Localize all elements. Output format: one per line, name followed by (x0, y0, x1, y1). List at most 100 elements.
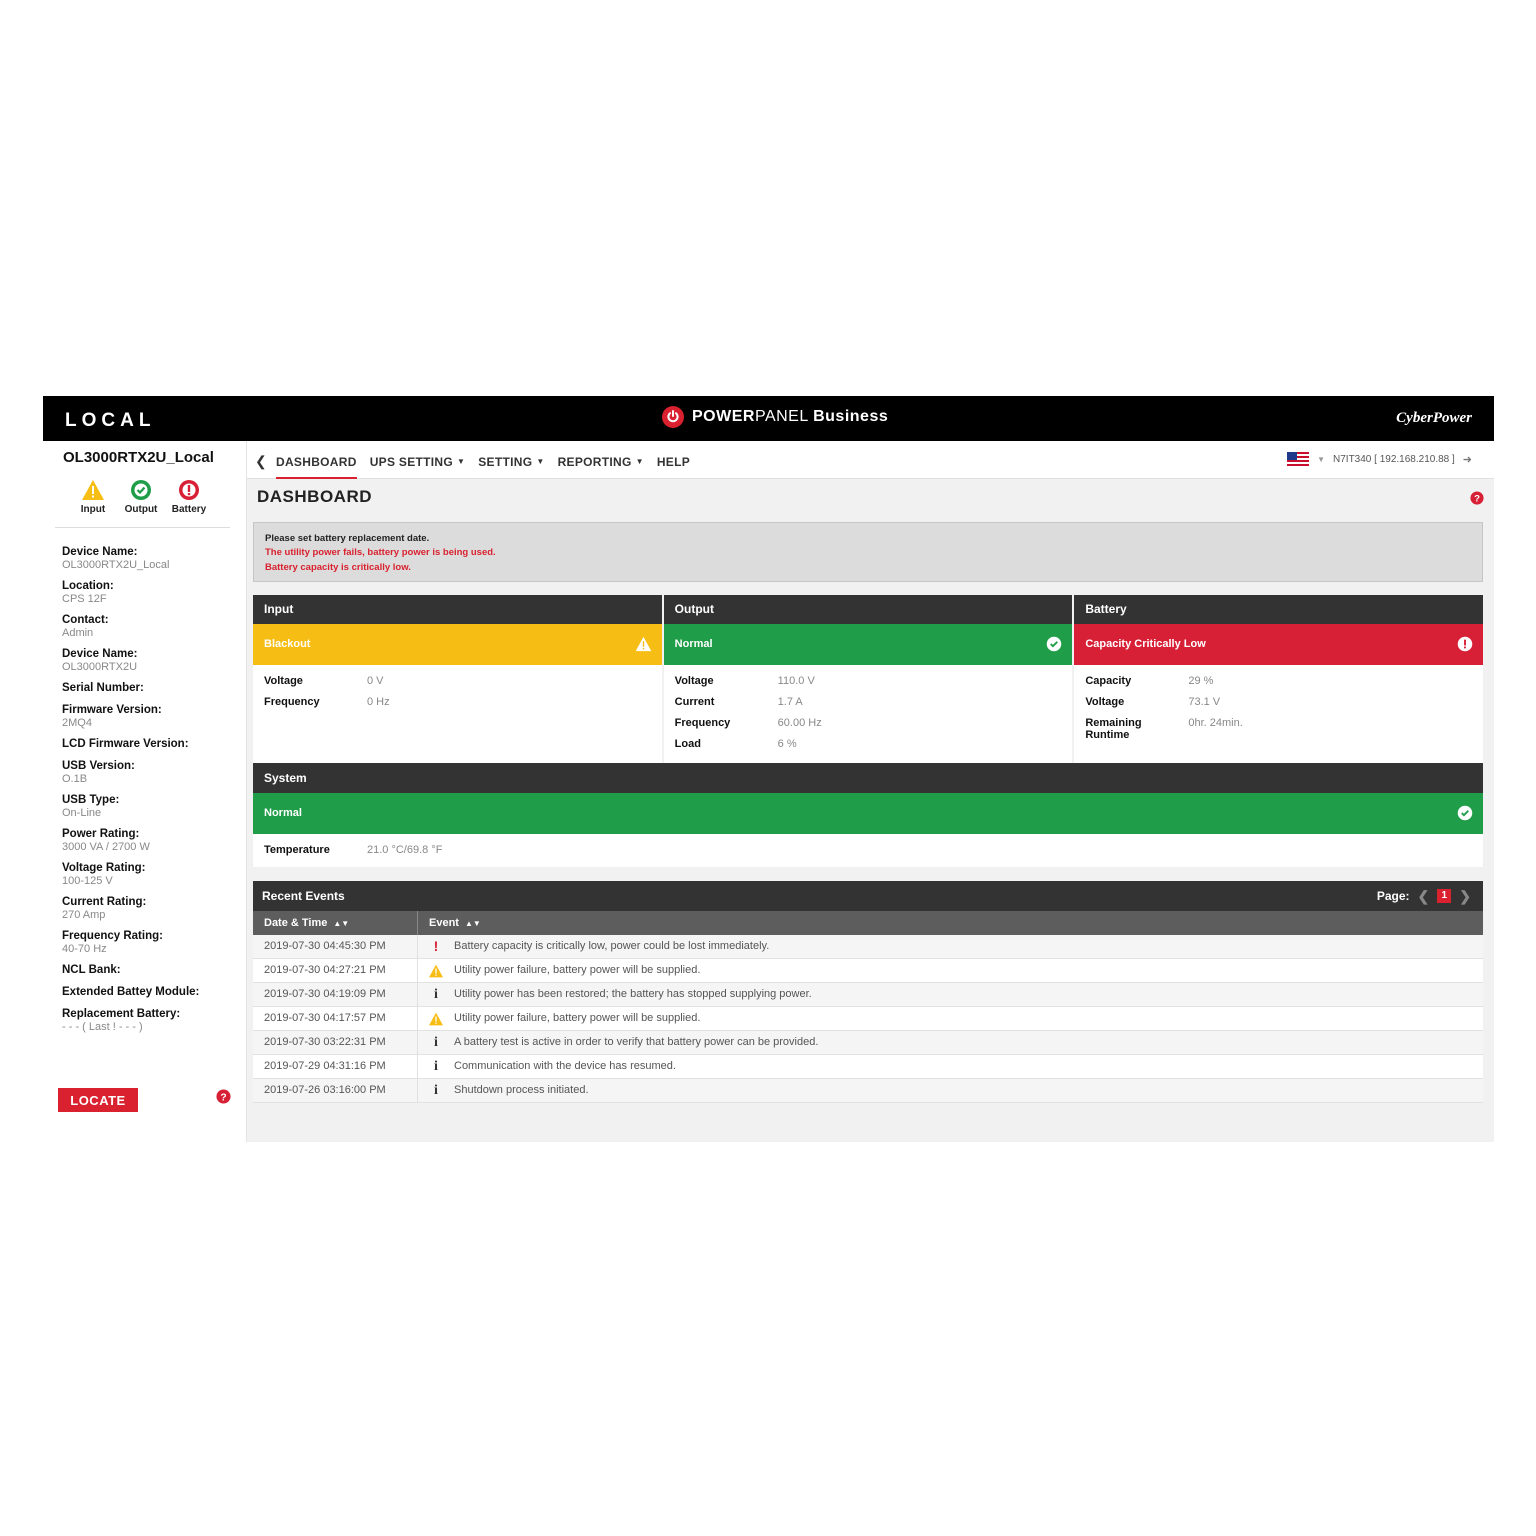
table-row: 2019-07-30 04:45:30 PM! Battery capacity … (253, 935, 1483, 959)
locate-button[interactable]: LOCATE (58, 1088, 138, 1112)
event-time: 2019-07-30 04:27:21 PM (253, 959, 418, 982)
table-row: 2019-07-26 03:16:00 PM i Shutdown process … (253, 1079, 1483, 1103)
input-status[interactable]: Input (77, 479, 109, 515)
system-status-bar: Normal (253, 793, 1483, 834)
value-row: Temperature 21.0 °C/69.8 °F (264, 844, 443, 856)
property-label: Frequency Rating: (62, 930, 163, 942)
power-icon (662, 406, 684, 428)
device-property: Extended Battey Module: (62, 986, 242, 999)
device-property: Contact: Admin (62, 614, 242, 639)
event-text: A battery test is active in order to ver… (454, 1036, 819, 1048)
chevron-left-icon[interactable]: ❮ (255, 453, 267, 470)
input-values: Voltage 0 V Frequency 0 Hz (253, 665, 662, 727)
top-bar: LOCAL POWERPANEL Business CyberPower (43, 396, 1494, 441)
value-row: Current 1.7 A (674, 696, 803, 708)
panel-title: Input (253, 595, 662, 624)
status-text: Blackout (264, 638, 311, 650)
info-icon: i (434, 987, 438, 1002)
property-label: Device Name: (62, 648, 138, 660)
property-label: LCD Firmware Version: (62, 738, 189, 750)
device-property: USB Version: O.1B (62, 760, 242, 785)
brand-text: POWERPANEL Business (692, 408, 889, 425)
sidebar: OL3000RTX2U_Local Input Output Battery D… (43, 441, 247, 1142)
chevron-right-icon[interactable]: ❯ (1459, 881, 1471, 911)
event-text: Utility power failure, battery power wil… (454, 964, 701, 976)
nav-setting[interactable]: SETTING ▼ (478, 455, 544, 479)
input-panel: Input Blackout Voltage 0 V Frequency 0 Hz (253, 595, 662, 763)
table-row: 2019-07-30 04:17:57 PM Utility power fail… (253, 1007, 1483, 1031)
nav-ups-setting[interactable]: UPS SETTING ▼ (370, 455, 466, 479)
sort-icon: ▲▼ (464, 919, 481, 928)
device-property: Firmware Version: 2MQ4 (62, 704, 242, 729)
value-row: Voltage 110.0 V (674, 675, 815, 687)
col-event[interactable]: Event ▲▼ (418, 911, 481, 935)
nav-reporting[interactable]: REPORTING ▼ (558, 455, 644, 479)
nav-help[interactable]: HELP (657, 455, 690, 479)
nav-items: DASHBOARD UPS SETTING ▼ SETTING ▼ REPORTIN… (276, 455, 690, 479)
events-columns: Date & Time ▲▼ Event ▲▼ (253, 911, 1483, 935)
page-number[interactable]: 1 (1437, 889, 1452, 903)
output-panel: Output Normal Voltage 110.0 V Current 1.7 … (663, 595, 1073, 763)
help-icon[interactable]: ? (216, 1089, 231, 1109)
battery-status[interactable]: Battery (171, 479, 207, 515)
table-row: 2019-07-29 04:31:16 PM i Communication wit… (253, 1055, 1483, 1079)
output-status[interactable]: Output (125, 479, 157, 515)
value-row: Remaining Runtime 0hr. 24min. (1085, 717, 1243, 741)
property-value: - - - ( Last ! - - - ) (62, 1021, 143, 1033)
device-property: Replacement Battery: - - - ( Last ! - - -… (62, 1008, 242, 1033)
status-icons: Input Output Battery (77, 479, 207, 515)
warning-icon (635, 636, 651, 652)
col-date-time[interactable]: Date & Time ▲▼ (253, 911, 418, 935)
caret-down-icon: ▼ (635, 457, 644, 466)
output-values: Voltage 110.0 V Current 1.7 A Frequency 60.… (664, 665, 1073, 769)
logout-icon[interactable]: ➜ (1463, 453, 1472, 466)
property-value: 40-70 Hz (62, 943, 107, 955)
property-label: Serial Number: (62, 682, 144, 694)
events-header: Recent Events Page: ❮ 1 ❯ (253, 881, 1483, 911)
events-rows: 2019-07-30 04:45:30 PM! Battery capacity … (253, 935, 1483, 1103)
chevron-down-icon[interactable]: ▼ (1317, 455, 1325, 464)
battery-panel: Battery Capacity Critically Low Capacity… (1074, 595, 1484, 763)
table-row: 2019-07-30 03:22:31 PM i A battery test is… (253, 1031, 1483, 1055)
device-property: Device Name: OL3000RTX2U (62, 648, 242, 673)
help-icon[interactable]: ? (1470, 491, 1484, 510)
system-values: Temperature 21.0 °C/69.8 °F (253, 834, 1483, 875)
alert-message: Battery capacity is critically low. (265, 562, 411, 573)
battery-status-label: Battery (171, 504, 207, 515)
input-status-label: Input (80, 504, 106, 515)
alert-message[interactable]: Please set battery replacement date. (265, 533, 429, 544)
warning-icon (418, 1007, 448, 1030)
device-property: Power Rating: 3000 VA / 2700 W (62, 828, 242, 853)
nav-right: ▼ N7IT340 [ 192.168.210.88 ] ➜ (1287, 452, 1472, 466)
caret-down-icon: ▼ (536, 457, 545, 466)
panel-title: Output (663, 595, 1073, 624)
property-value: 3000 VA / 2700 W (62, 841, 150, 853)
mode-label: LOCAL (65, 410, 156, 431)
property-label: Location: (62, 580, 114, 592)
info-icon: i (434, 1059, 438, 1074)
battery-values: Capacity 29 % Voltage 73.1 V Remaining Run… (1074, 665, 1483, 751)
device-property: Frequency Rating: 40-70 Hz (62, 930, 242, 955)
event-text: Battery capacity is critically low, powe… (454, 940, 770, 952)
value-row: Voltage 0 V (264, 675, 384, 687)
input-status-bar: Blackout (253, 624, 662, 665)
app-window: LOCAL POWERPANEL Business CyberPower OL3… (43, 396, 1494, 1142)
property-value: 270 Amp (62, 909, 106, 921)
warning-icon (418, 959, 448, 982)
us-flag-icon[interactable] (1287, 452, 1310, 466)
value-row: Capacity 29 % (1085, 675, 1214, 687)
main-area: ❮ DASHBOARD UPS SETTING ▼ SETTING ▼ REPORT… (247, 441, 1494, 1142)
property-label: Voltage Rating: (62, 862, 146, 874)
chevron-left-icon[interactable]: ❮ (1418, 881, 1430, 911)
event-text: Utility power has been restored; the bat… (454, 988, 812, 1000)
critical-icon: ! (433, 938, 439, 954)
property-label: Firmware Version: (62, 704, 162, 716)
nav-dashboard[interactable]: DASHBOARD (276, 455, 357, 479)
recent-events: Recent Events Page: ❮ 1 ❯ Date & Time ▲▼ … (253, 881, 1483, 1103)
value-row: Voltage 73.1 V (1085, 696, 1221, 708)
property-label: Contact: (62, 614, 109, 626)
alert-message: The utility power fails, battery power i… (265, 547, 496, 558)
property-label: Replacement Battery: (62, 1008, 181, 1020)
battery-status-bar: Capacity Critically Low (1074, 624, 1484, 665)
property-label: NCL Bank: (62, 964, 121, 976)
